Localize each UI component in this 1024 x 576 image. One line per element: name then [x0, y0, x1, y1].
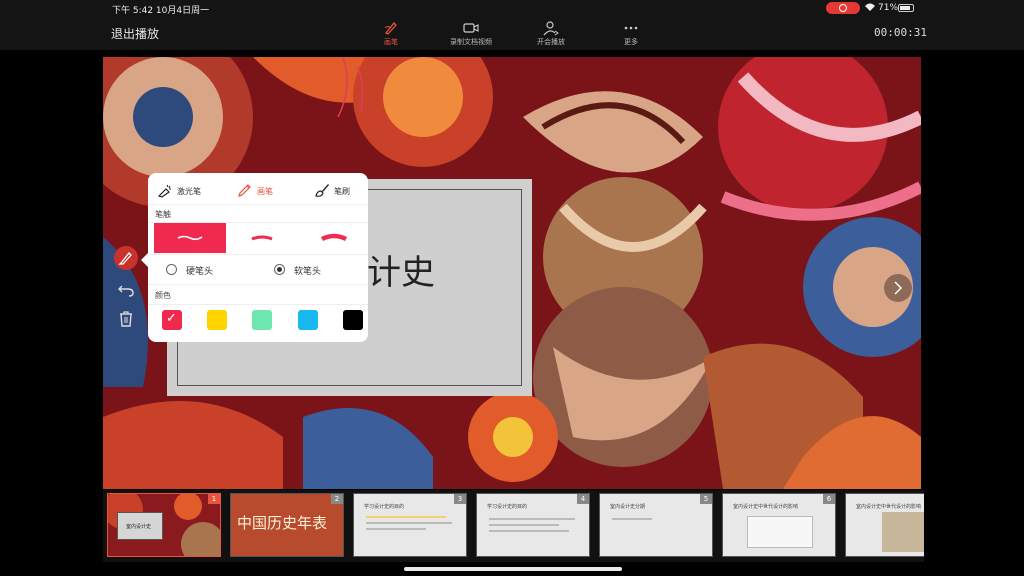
tool-more[interactable]: 更多 — [601, 20, 661, 47]
slide-thumbnail[interactable]: 室内设计史 1 — [107, 493, 221, 557]
brush-icon — [314, 182, 330, 198]
thumb-title: 室内设计史 — [126, 524, 152, 530]
chevron-right-icon — [894, 281, 903, 295]
thumb-text-line — [489, 518, 575, 520]
slide-number: 6 — [823, 494, 835, 504]
tip-option-label: 软笔头 — [294, 267, 322, 277]
tool-label: 录制文档视频 — [450, 38, 492, 46]
thumb-text-line — [366, 528, 426, 530]
slide-number: 4 — [577, 494, 589, 504]
tool-record-video[interactable]: 录制文档视频 — [441, 20, 501, 47]
home-indicator[interactable] — [404, 567, 622, 571]
radio-button[interactable] — [274, 264, 285, 275]
divider — [148, 254, 368, 255]
checkmark-icon: ✓ — [166, 311, 177, 326]
thumb-title: 室内设计史分期 — [610, 504, 646, 510]
trash-icon — [120, 311, 132, 327]
tool-label: 开会播放 — [537, 38, 565, 46]
thumb-text-line — [366, 522, 452, 524]
thumb-title: 室内设计史中世代设计的影响 — [733, 504, 799, 510]
tool-label: 画笔 — [384, 38, 398, 46]
top-toolbar: 退出播放 画笔 录制文档视频 开会播放 更多 00:00:31 — [0, 16, 1024, 50]
pen-brush-icon — [383, 20, 399, 36]
tool-meeting-play[interactable]: 开会播放 — [521, 20, 581, 47]
divider — [148, 284, 368, 285]
color-swatch-black[interactable] — [343, 310, 363, 330]
slide-number: 3 — [454, 494, 466, 504]
stroke-section-label: 笔触 — [155, 210, 171, 219]
exit-playback-button[interactable]: 退出播放 — [111, 25, 159, 42]
screen-record-indicator[interactable] — [826, 2, 860, 14]
pen-type-label: 激光笔 — [177, 187, 201, 196]
more-dots-icon — [623, 20, 639, 36]
pen-type-label: 笔刷 — [334, 187, 350, 196]
thumb-text-line — [489, 530, 569, 532]
stroke-preview-icon — [320, 233, 348, 242]
color-swatch-yellow[interactable] — [207, 310, 227, 330]
slide-thumbnail[interactable]: 室内设计史中世代设计的影响 6 — [722, 493, 836, 557]
laser-pen-icon — [157, 182, 173, 198]
divider — [148, 304, 368, 305]
stroke-option-medium[interactable] — [226, 223, 298, 253]
slide-number: 2 — [331, 494, 343, 504]
color-swatch-red[interactable]: ✓ — [162, 310, 182, 330]
divider — [148, 204, 368, 205]
status-bar: 下午 5:42 10月4日周一 71% — [0, 0, 1024, 16]
thumb-text-line — [366, 516, 446, 518]
stroke-option-wide[interactable] — [298, 223, 370, 253]
status-time: 下午 5:42 10月4日周一 — [112, 6, 210, 16]
slide-thumbnail[interactable]: 学习设计史的目的 4 — [476, 493, 590, 557]
radio-button[interactable] — [166, 264, 177, 275]
battery-icon — [898, 4, 914, 12]
stroke-options — [154, 223, 368, 253]
undo-button[interactable] — [114, 277, 138, 301]
thumb-title: 室内设计史中世代设计的影响 — [856, 504, 922, 510]
stroke-option-thick[interactable] — [154, 223, 226, 253]
tool-pen[interactable]: 画笔 — [361, 20, 421, 47]
color-swatch-blue[interactable] — [298, 310, 318, 330]
thumb-photo — [882, 512, 924, 552]
pen-icon — [118, 252, 132, 265]
thumb-text-line — [489, 524, 559, 526]
tool-label: 更多 — [624, 38, 638, 46]
undo-icon — [118, 285, 134, 297]
color-section-label: 颜色 — [155, 291, 171, 300]
battery-percent: 71% — [878, 3, 899, 13]
pen-type-label: 画笔 — [257, 187, 273, 196]
thumb-title-card: 室内设计史 — [117, 512, 163, 540]
slide-filmstrip: 室内设计史 1 中国历史年表 2 学习设计史的目的 3 学习设计史的目的 4 室… — [103, 490, 924, 562]
stroke-preview-icon — [251, 235, 273, 241]
video-camera-icon — [463, 20, 479, 36]
pencil-icon — [237, 182, 253, 198]
wifi-icon — [864, 2, 876, 15]
next-slide-arrow[interactable] — [884, 274, 912, 302]
slide-number: 5 — [700, 494, 712, 504]
slide-thumbnail[interactable]: 学习设计史的目的 3 — [353, 493, 467, 557]
tip-option-label: 硬笔头 — [186, 267, 214, 277]
thumb-image-box — [747, 516, 813, 548]
slide-thumbnail[interactable]: 室内设计史中世代设计的影响 — [845, 493, 924, 557]
clear-ink-button[interactable] — [114, 307, 138, 331]
pen-settings-popup: 激光笔 画笔 笔刷 笔触 硬笔头 软笔头 颜色 ✓ — [141, 173, 368, 342]
slide-thumbnail[interactable]: 中国历史年表 2 — [230, 493, 344, 557]
thumb-title: 学习设计史的目的 — [487, 504, 528, 510]
thumb-text-line — [612, 518, 652, 520]
slide-number: 1 — [208, 494, 220, 504]
playback-timer: 00:00:31 — [874, 26, 927, 39]
stroke-preview-icon — [177, 235, 203, 241]
thumb-title: 中国历史年表 — [237, 514, 328, 532]
person-share-icon — [543, 20, 559, 36]
slide-title: 计史 — [367, 253, 435, 293]
color-swatch-mint[interactable] — [252, 310, 272, 330]
thumb-title: 学习设计史的目的 — [364, 504, 405, 510]
pen-tool-button[interactable] — [114, 246, 138, 270]
slide-thumbnail[interactable]: 室内设计史分期 5 — [599, 493, 713, 557]
